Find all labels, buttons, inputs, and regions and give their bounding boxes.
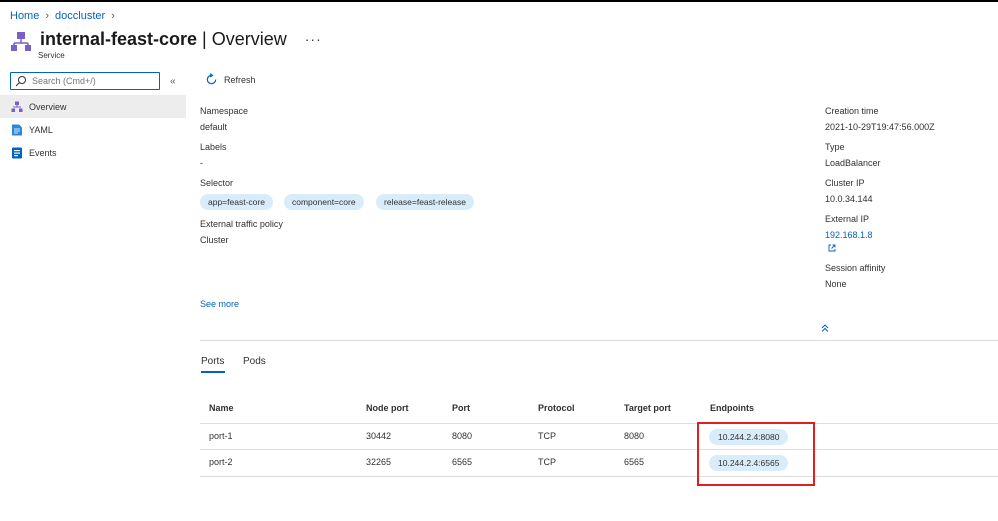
- type-value: LoadBalancer: [825, 158, 881, 168]
- breadcrumb-cluster[interactable]: doccluster: [55, 10, 105, 22]
- cell-name: port-2: [209, 457, 233, 467]
- resource-type: Service: [38, 51, 65, 60]
- section-divider: [200, 340, 998, 341]
- row-divider: [200, 449, 998, 450]
- cell-port: 6565: [452, 457, 473, 467]
- column-header-endpoints: Endpoints: [710, 403, 754, 413]
- labels-value: -: [200, 158, 203, 168]
- search-input[interactable]: [28, 76, 152, 86]
- sidebar-item-overview[interactable]: Overview: [0, 95, 186, 118]
- cell-protocol: TCP: [538, 431, 556, 441]
- column-header-port: Port: [452, 403, 470, 413]
- title-divider: |: [197, 28, 212, 49]
- sidebar-item-yaml[interactable]: YAML: [0, 118, 186, 141]
- external-ip-link[interactable]: 192.168.1.8: [825, 230, 873, 240]
- session-affinity-value: None: [825, 279, 847, 289]
- page-header: internal-feast-core | Overview ···: [10, 28, 322, 51]
- cell-node-port: 30442: [366, 431, 392, 441]
- selector-label: Selector: [200, 178, 234, 188]
- creation-time-value: 2021-10-29T19:47:56.000Z: [825, 122, 935, 132]
- cell-protocol: TCP: [538, 457, 556, 467]
- session-affinity-label: Session affinity: [825, 263, 886, 273]
- breadcrumb: Home › doccluster ›: [10, 10, 121, 22]
- namespace-label: Namespace: [200, 106, 249, 116]
- sidebar: Overview YAML Events: [0, 95, 186, 164]
- sidebar-item-label: Overview: [29, 101, 67, 112]
- cluster-ip-value: 10.0.34.144: [825, 194, 873, 204]
- column-header-name: Name: [209, 403, 234, 413]
- selector-tag: release=feast-release: [376, 194, 474, 210]
- endpoints-highlight-box: [697, 422, 815, 486]
- tab-ports[interactable]: Ports: [201, 356, 224, 367]
- sidebar-item-label: YAML: [29, 124, 53, 135]
- selector-tag: component=core: [284, 194, 364, 210]
- yaml-icon: [12, 124, 22, 135]
- search-box: [10, 72, 160, 90]
- cell-name: port-1: [209, 431, 233, 441]
- service-icon: [11, 32, 31, 51]
- window-top-border: [0, 0, 998, 2]
- active-tab-indicator: [201, 371, 225, 373]
- cell-target-port: 6565: [624, 457, 645, 467]
- collapse-details-icon[interactable]: [820, 323, 830, 333]
- more-options-button[interactable]: ···: [305, 31, 322, 47]
- namespace-value: default: [200, 122, 228, 132]
- column-header-node-port: Node port: [366, 403, 409, 413]
- page-title: internal-feast-core | Overview: [40, 29, 287, 50]
- resource-name: internal-feast-core: [40, 28, 198, 49]
- column-header-protocol: Protocol: [538, 403, 575, 413]
- chevron-right-icon: ›: [111, 10, 115, 22]
- see-more-link[interactable]: See more: [200, 299, 239, 309]
- events-icon: [12, 147, 22, 158]
- external-ip-label: External IP: [825, 214, 870, 224]
- section-name: Overview: [211, 28, 287, 49]
- chevron-right-icon: ›: [45, 10, 50, 22]
- sidebar-item-events[interactable]: Events: [0, 141, 186, 164]
- cell-port: 8080: [452, 431, 473, 441]
- row-divider: [200, 476, 998, 477]
- column-header-target-port: Target port: [624, 403, 671, 413]
- external-link-icon[interactable]: [828, 244, 836, 252]
- external-traffic-policy-value: Cluster: [200, 235, 229, 245]
- table-header-divider: [200, 423, 998, 424]
- refresh-label: Refresh: [224, 74, 256, 85]
- refresh-button[interactable]: Refresh: [205, 73, 256, 86]
- breadcrumb-home[interactable]: Home: [10, 10, 39, 22]
- labels-label: Labels: [200, 142, 227, 152]
- refresh-icon: [206, 73, 217, 85]
- collapse-menu-button[interactable]: «: [170, 76, 176, 87]
- creation-time-label: Creation time: [825, 106, 879, 116]
- sidebar-item-label: Events: [29, 147, 57, 158]
- type-label: Type: [825, 142, 845, 152]
- external-traffic-policy-label: External traffic policy: [200, 219, 283, 229]
- cell-target-port: 8080: [624, 431, 645, 441]
- selector-tag: app=feast-core: [200, 194, 273, 210]
- cluster-ip-label: Cluster IP: [825, 178, 865, 188]
- tab-pods[interactable]: Pods: [243, 356, 266, 367]
- service-icon: [11, 101, 23, 112]
- search-icon: [15, 76, 26, 87]
- cell-node-port: 32265: [366, 457, 392, 467]
